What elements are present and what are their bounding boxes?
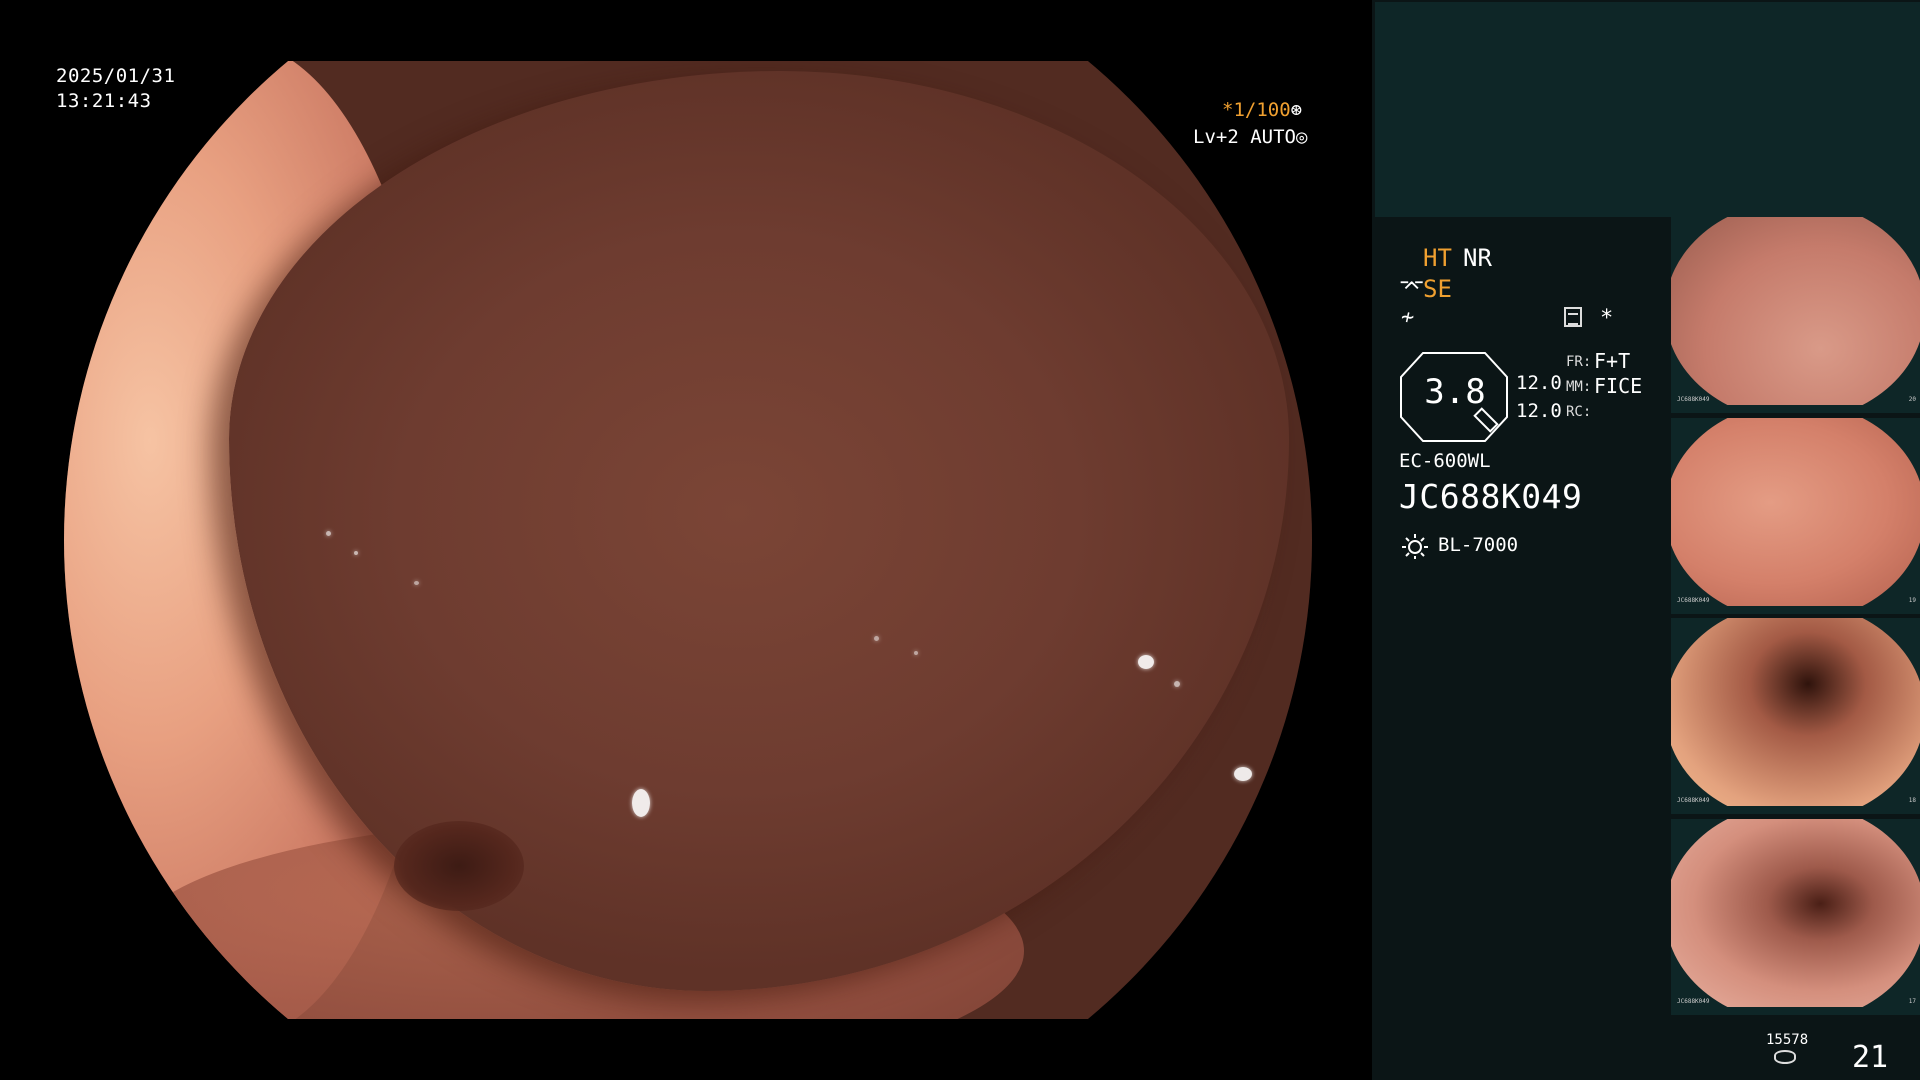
level-text: Lv+2 AUTO xyxy=(1193,126,1296,148)
thumbnail-serial: JC688K049 xyxy=(1677,797,1710,804)
panel-header-area xyxy=(1375,2,1920,217)
thumbnail-serial: JC688K049 xyxy=(1677,998,1710,1005)
specular-highlight xyxy=(326,531,331,536)
iris-icon: ⊛ xyxy=(1290,99,1303,121)
shutter-text: *1/100 xyxy=(1222,99,1291,121)
specular-highlight xyxy=(1174,681,1180,687)
specular-highlight xyxy=(914,651,918,655)
thumbnail-index: 20 xyxy=(1908,396,1916,403)
light-source-model: BL-7000 xyxy=(1438,534,1519,556)
freeze-icon: ≁ xyxy=(1401,305,1415,330)
value-1: 12.0 xyxy=(1516,372,1562,394)
se-indicator: SE xyxy=(1423,275,1452,303)
mm-value: FICE xyxy=(1594,374,1643,398)
thumbnail-index: 18 xyxy=(1908,797,1916,804)
datetime-readout: 2025/01/31 13:21:43 xyxy=(56,64,175,114)
exposure-level-readout: Lv+2 AUTO◎ xyxy=(1193,126,1307,148)
specular-highlight xyxy=(414,581,419,585)
capture-thumbnail[interactable]: JC688K049 18 xyxy=(1671,618,1920,814)
scope-serial: JC688K049 xyxy=(1399,477,1583,516)
thumbnail-serial: JC688K049 xyxy=(1677,396,1710,403)
thumbnail-serial: JC688K049 xyxy=(1677,597,1710,604)
structure-enhance-icon: ⌤ xyxy=(1399,275,1425,300)
shutter-readout: *1/100⊛ xyxy=(1222,99,1302,121)
thumbnail-image xyxy=(1671,418,1920,606)
thumbnail-footer xyxy=(1671,806,1920,814)
image-counter: 21 xyxy=(1852,1040,1889,1075)
time-text: 13:21:43 xyxy=(56,90,152,112)
scope-model: EC-600WL xyxy=(1399,450,1491,472)
star-indicator: * xyxy=(1600,306,1614,331)
storage-icon xyxy=(1774,1050,1796,1064)
mm-label: MM: xyxy=(1566,379,1592,395)
capture-thumbnail[interactable]: JC688K049 17 xyxy=(1671,819,1920,1015)
specular-highlight xyxy=(1234,767,1252,781)
shadow-pocket xyxy=(394,821,524,911)
specular-highlight xyxy=(874,636,879,641)
zoom-value: 3.8 xyxy=(1424,372,1486,412)
thumbnail-index: 19 xyxy=(1908,597,1916,604)
endoscopic-image xyxy=(64,61,1312,1019)
fr-value: F+T xyxy=(1594,349,1631,373)
specular-highlight xyxy=(1138,655,1154,669)
auto-iris-icon: ◎ xyxy=(1295,126,1308,148)
endoscope-viewer: 2025/01/31 13:21:43 *1/100⊛ Lv+2 AUTO◎ xyxy=(0,0,1372,1080)
thumbnail-index: 17 xyxy=(1908,998,1916,1005)
thumbnail-image xyxy=(1671,618,1920,806)
value-2: 12.0 xyxy=(1516,400,1562,422)
fr-label: FR: xyxy=(1566,354,1592,370)
ht-indicator: HT xyxy=(1423,244,1452,272)
thumbnail-footer xyxy=(1671,1007,1920,1015)
nr-indicator: NR xyxy=(1463,244,1492,272)
thumbnail-image xyxy=(1671,217,1920,405)
light-source-icon xyxy=(1402,534,1428,559)
thumbnail-footer xyxy=(1671,606,1920,614)
rc-label: RC: xyxy=(1566,404,1592,420)
thumbnail-footer xyxy=(1671,405,1920,413)
capture-thumbnail[interactable]: JC688K049 19 xyxy=(1671,418,1920,614)
specular-highlight xyxy=(632,789,650,817)
thumbnail-image xyxy=(1671,819,1920,1007)
image-counter-small: 15578 xyxy=(1766,1032,1809,1048)
capture-thumbnail[interactable]: JC688K049 20 xyxy=(1671,217,1920,413)
memory-icon xyxy=(1564,307,1582,327)
specular-highlight xyxy=(354,551,358,555)
date-text: 2025/01/31 xyxy=(56,65,176,87)
